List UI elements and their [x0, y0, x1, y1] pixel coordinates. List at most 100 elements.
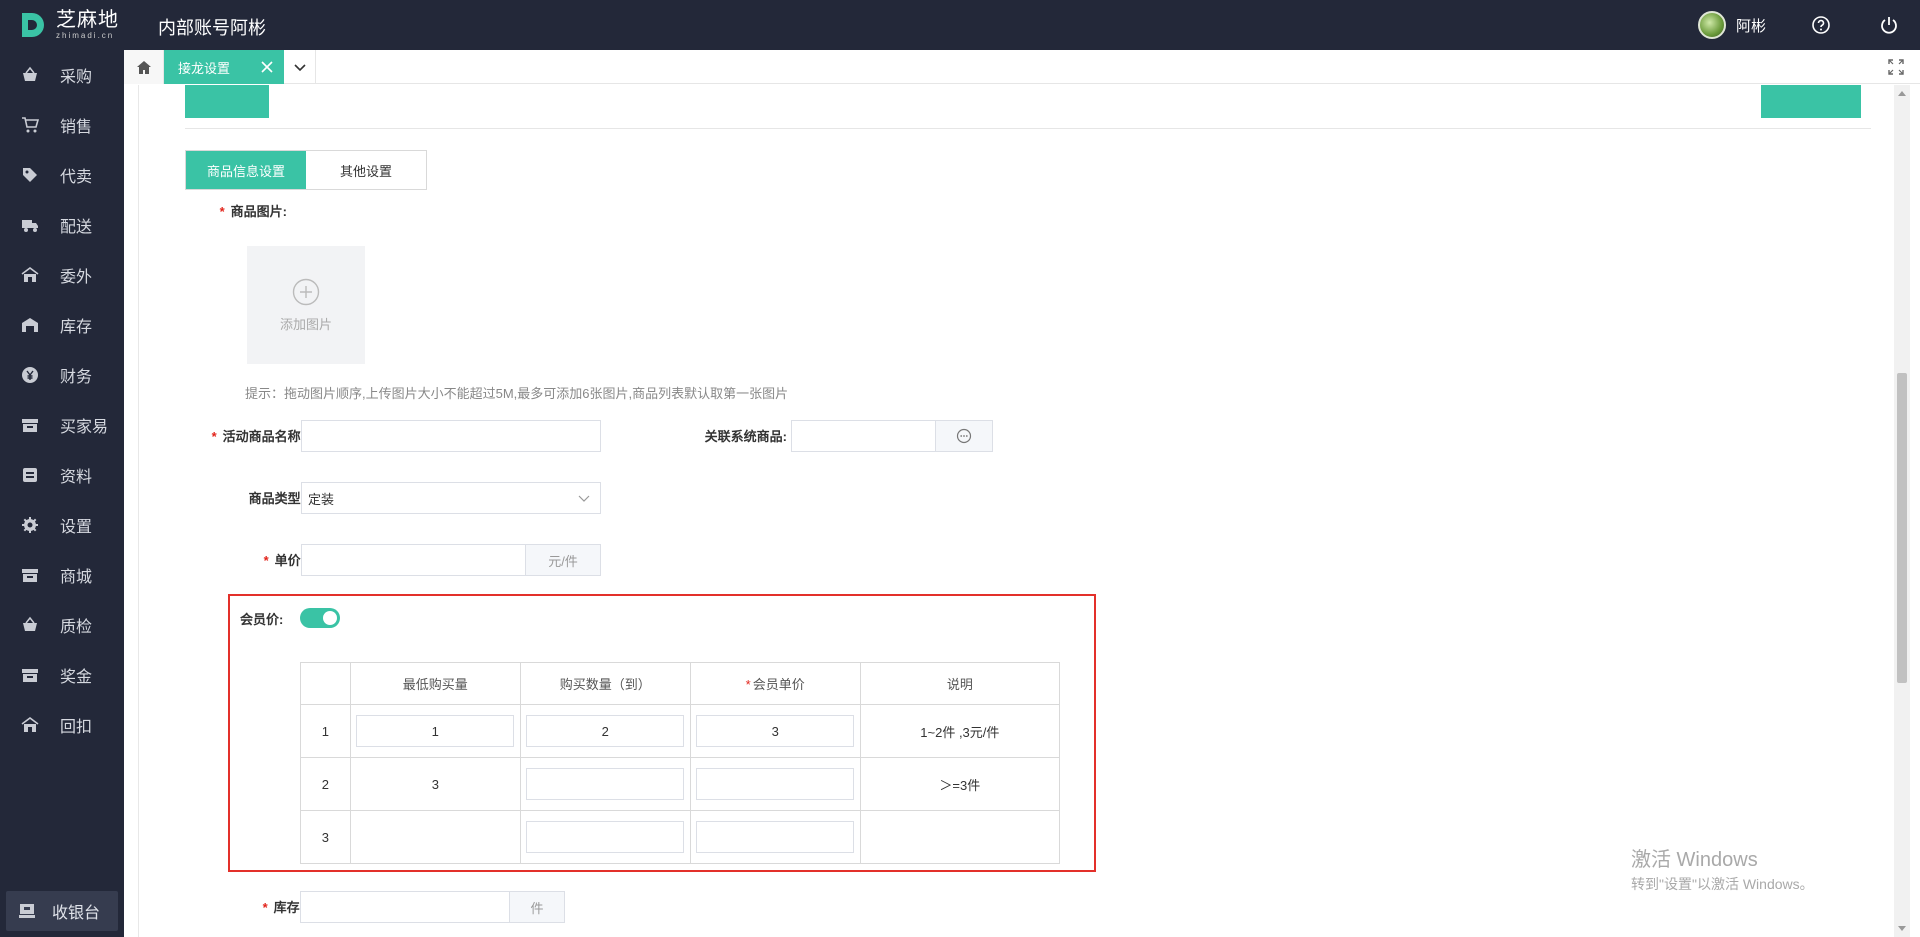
required-mark: * — [219, 204, 225, 219]
cart-icon — [20, 115, 40, 135]
logo-text: 芝麻地 — [56, 9, 119, 31]
sidebar-item-delivery[interactable]: 配送 — [0, 200, 124, 250]
cashier-icon — [18, 902, 36, 920]
add-image-button[interactable]: 添加图片 — [247, 246, 365, 364]
to-qty-input[interactable]: 2 — [526, 715, 685, 747]
to-qty-input[interactable] — [526, 768, 685, 800]
power-icon[interactable] — [1878, 14, 1900, 36]
min-qty-value — [349, 810, 521, 864]
sidebar-item-consign[interactable]: 代卖 — [0, 150, 124, 200]
sidebar-item-label: 配送 — [60, 219, 93, 236]
table-header-note: 说明 — [859, 662, 1061, 705]
more-icon — [956, 428, 972, 444]
sidebar-item-sales[interactable]: 销售 — [0, 100, 124, 150]
cashier-button[interactable]: 收银台 — [6, 891, 118, 931]
top-action-button-left[interactable] — [185, 85, 269, 118]
product-type-select[interactable]: 定装 — [301, 482, 601, 514]
scroll-up-arrow-icon[interactable] — [1898, 91, 1906, 96]
scrollbar[interactable] — [1894, 85, 1910, 937]
table-row: 1 1 2 3 1~2件 ,3元/件 — [300, 704, 1061, 758]
unit-price-suffix: 元/件 — [525, 544, 601, 576]
member-price-toggle[interactable] — [300, 608, 340, 628]
sidebar-item-mall[interactable]: 商城 — [0, 550, 124, 600]
outsource-icon — [20, 715, 40, 735]
store-icon — [20, 665, 40, 685]
tab-relay-settings[interactable]: 接龙设置 — [164, 50, 284, 84]
stock-label: * 库存: — [262, 900, 304, 915]
sidebar-item-inventory[interactable]: 库存 — [0, 300, 124, 350]
logo-icon — [22, 13, 44, 37]
linked-product-label: 关联系统商品: — [704, 429, 787, 444]
logo[interactable]: 芝麻地 zhimadi.cn — [18, 10, 119, 40]
home-button[interactable] — [124, 50, 164, 84]
sidebar-item-finance[interactable]: 财务 — [0, 350, 124, 400]
required-mark: * — [745, 677, 751, 692]
required-mark: * — [262, 900, 268, 915]
sidebar-item-label: 资料 — [60, 469, 93, 486]
gear-icon — [20, 515, 40, 535]
table-header-min-qty: 最低购买量 — [349, 662, 521, 705]
table-row: 2 3 ＞=3件 — [300, 757, 1061, 811]
chevron-down-icon — [293, 64, 306, 72]
table-header-to-qty: 购买数量（到） — [519, 662, 691, 705]
sidebar-item-quality[interactable]: 质检 — [0, 600, 124, 650]
subtab-other-settings[interactable]: 其他设置 — [306, 151, 426, 189]
activation-watermark: 激活 Windows 转到"设置"以激活 Windows。 — [1631, 843, 1814, 894]
sidebar-item-settings[interactable]: 设置 — [0, 500, 124, 550]
sidebar-item-data[interactable]: 资料 — [0, 450, 124, 500]
close-icon[interactable] — [260, 60, 274, 74]
member-price-input[interactable]: 3 — [696, 715, 855, 747]
linked-product-input[interactable] — [791, 420, 936, 452]
main-content: 商品信息设置 其他设置 * 商品图片: 添加图片 提示：拖动图片顺序,上传图片大小… — [124, 85, 1896, 937]
product-type-value: 定装 — [308, 491, 335, 507]
sidebar-item-label: 销售 — [60, 119, 93, 136]
sidebar: 采购 销售 代卖 配送 委外 库存 财务 买家易 资料 设置 商城 质检 奖金 … — [0, 50, 124, 937]
row-note: 1~2件 ,3元/件 — [859, 704, 1061, 758]
stock-input[interactable] — [300, 891, 510, 923]
scroll-thumb[interactable] — [1897, 373, 1907, 683]
add-image-label: 添加图片 — [279, 316, 332, 332]
scroll-down-arrow-icon[interactable] — [1898, 926, 1906, 931]
upload-hint: 提示：拖动图片顺序,上传图片大小不能超过5M,最多可添加6张图片,商品列表默认取… — [245, 386, 789, 401]
member-price-input[interactable] — [696, 768, 855, 800]
watermark-line-2: 转到"设置"以激活 Windows。 — [1631, 876, 1814, 892]
row-note — [859, 810, 1061, 864]
tab-dropdown-button[interactable] — [284, 50, 316, 84]
sidebar-item-purchase[interactable]: 采购 — [0, 50, 124, 100]
sidebar-item-bonus[interactable]: 奖金 — [0, 650, 124, 700]
required-mark: * — [263, 553, 269, 568]
outsource-icon — [20, 265, 40, 285]
tag-icon — [20, 165, 40, 185]
table-row: 3 — [300, 810, 1061, 864]
sidebar-item-label: 设置 — [60, 519, 93, 536]
help-circle-icon[interactable] — [1810, 14, 1832, 36]
username[interactable]: 阿彬 — [1736, 15, 1766, 36]
row-index: 3 — [300, 810, 351, 864]
sidebar-item-label: 委外 — [60, 269, 93, 286]
member-price-input[interactable] — [696, 821, 855, 853]
sidebar-item-outsource[interactable]: 委外 — [0, 250, 124, 300]
chevron-down-icon — [578, 495, 590, 502]
member-price-label: 会员价: — [240, 612, 284, 627]
divider — [185, 128, 1871, 129]
top-action-button-right[interactable] — [1761, 85, 1861, 118]
sidebar-item-label: 买家易 — [60, 419, 109, 436]
tab-bar: 接龙设置 — [124, 50, 1920, 84]
member-price-table: 最低购买量 购买数量（到） * 会员单价 说明 1 1 2 3 1~2件 ,3元/… — [300, 662, 1061, 864]
sidebar-item-buyer[interactable]: 买家易 — [0, 400, 124, 450]
min-qty-input[interactable]: 1 — [356, 715, 515, 747]
linked-product-picker-button[interactable] — [935, 420, 993, 452]
plus-circle-icon — [292, 278, 320, 305]
account-title: 内部账号阿彬 — [158, 18, 266, 38]
activity-name-input[interactable] — [301, 420, 601, 452]
subtab-product-info[interactable]: 商品信息设置 — [186, 151, 306, 189]
sidebar-item-rebate[interactable]: 回扣 — [0, 700, 124, 750]
fullscreen-icon[interactable] — [1888, 59, 1904, 75]
table-header-index — [300, 662, 351, 705]
avatar[interactable] — [1697, 11, 1726, 39]
to-qty-input[interactable] — [526, 821, 685, 853]
unit-price-input[interactable] — [301, 544, 526, 576]
shop-icon — [20, 565, 40, 585]
yen-icon — [20, 365, 40, 385]
basket-icon — [20, 65, 40, 85]
